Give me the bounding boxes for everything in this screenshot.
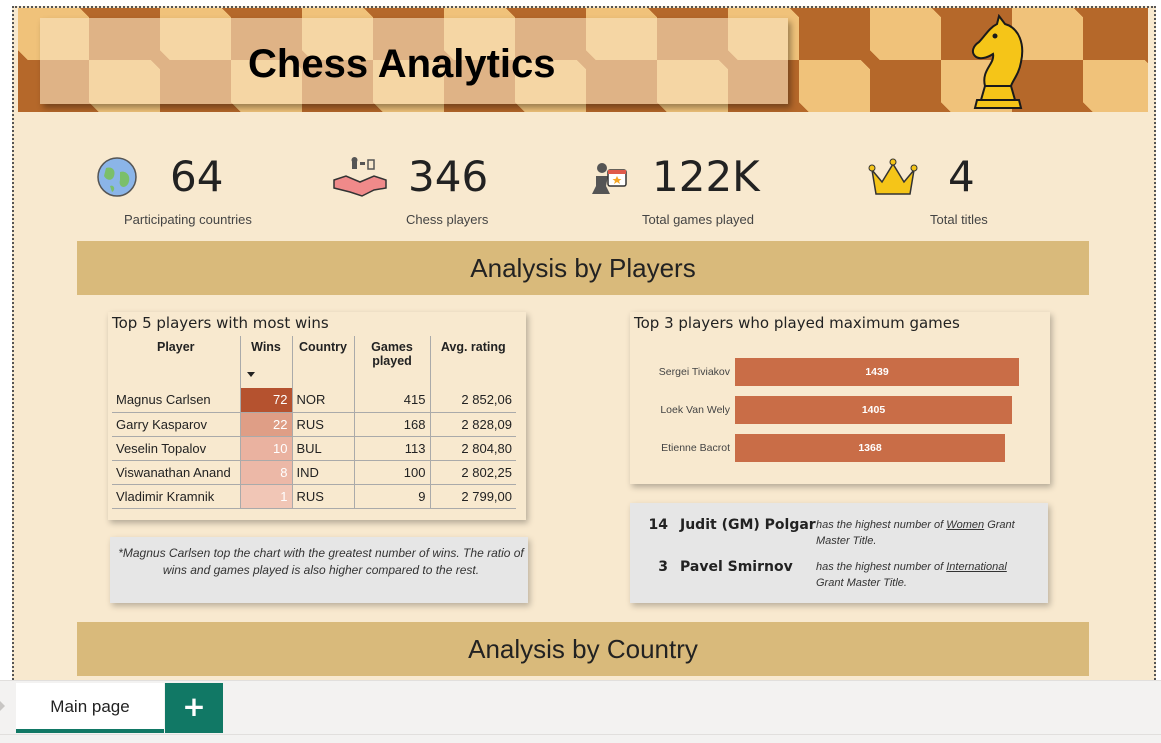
kpi-value: 122K <box>652 152 760 201</box>
cell-player: Magnus Carlsen <box>112 388 241 413</box>
column-header-player[interactable]: Player <box>112 336 241 388</box>
cell-wins: 72 <box>240 388 293 413</box>
table-header-row: Player Wins Country Games played Avg. ra… <box>112 336 516 388</box>
desc-link: International <box>946 561 1007 573</box>
section-title: Analysis by Players <box>470 253 696 283</box>
pawn-calendar-icon <box>592 163 627 194</box>
cell-games: 415 <box>354 388 431 413</box>
bar-row[interactable]: Loek Van Wely 1405 <box>630 396 1050 424</box>
title-row: 3 Pavel Smirnov has the highest number o… <box>636 559 1046 599</box>
section-title: Analysis by Country <box>468 634 698 664</box>
add-page-button[interactable]: + <box>165 683 223 733</box>
card-title: Top 3 players who played maximum games <box>634 314 960 332</box>
kpi-value: 4 <box>948 152 975 201</box>
cell-rating: 2 802,25 <box>430 460 516 485</box>
desc-text: Grant Master Title. <box>816 577 907 589</box>
top-wins-card: Top 5 players with most wins Player Wins… <box>108 312 526 520</box>
page-tab-bar: Main page + <box>0 680 1161 743</box>
cell-rating: 2 799,00 <box>430 484 516 509</box>
kpi-label: Chess players <box>406 212 489 227</box>
title-player-name: Judit (GM) Polgar <box>680 517 816 533</box>
top-games-card: Top 3 players who played maximum games S… <box>630 312 1050 484</box>
cell-country: NOR <box>292 388 355 413</box>
table-row[interactable]: Viswanathan Anand 8 IND 100 2 802,25 <box>112 460 516 485</box>
cell-rating: 2 804,80 <box>430 436 516 461</box>
kpi-countries: 64 Participating countries <box>96 148 296 228</box>
bar-category-label: Etienne Bacrot <box>661 442 730 454</box>
cell-wins: 10 <box>240 436 293 461</box>
cell-player: Viswanathan Anand <box>112 460 241 485</box>
cell-player: Garry Kasparov <box>112 412 241 437</box>
globe-icon <box>97 157 137 197</box>
column-header-rating[interactable]: Avg. rating <box>430 336 516 388</box>
page-title: Chess Analytics <box>248 42 556 86</box>
column-header-games[interactable]: Games played <box>354 336 431 388</box>
kpi-label: Participating countries <box>124 212 252 227</box>
column-header-wins[interactable]: Wins <box>240 336 293 388</box>
bar-category-label: Sergei Tiviakov <box>658 366 730 378</box>
cell-country: BUL <box>292 436 355 461</box>
kpi-label: Total titles <box>930 212 988 227</box>
cell-player: Vladimir Kramnik <box>112 484 241 509</box>
cell-games: 168 <box>354 412 431 437</box>
title-description: has the highest number of Women Grant Ma… <box>816 517 1036 549</box>
cell-games: 9 <box>354 484 431 509</box>
kpi-label: Total games played <box>642 212 755 227</box>
table-row[interactable]: Veselin Topalov 10 BUL 113 2 804,80 <box>112 436 516 461</box>
card-title: Top 5 players with most wins <box>112 314 329 332</box>
kpi-titles: 4 Total titles <box>868 148 1028 228</box>
kpi-value: 346 <box>408 152 489 201</box>
table-row[interactable]: Magnus Carlsen 72 NOR 415 2 852,06 <box>112 388 516 413</box>
cell-games: 113 <box>354 436 431 461</box>
crown-icon <box>868 158 918 195</box>
title-row: 14 Judit (GM) Polgar has the highest num… <box>636 517 1046 557</box>
sort-desc-icon[interactable] <box>246 372 255 377</box>
bar-category-label: Loek Van Wely <box>660 404 730 416</box>
kpi-value: 64 <box>170 152 224 201</box>
title-count: 14 <box>648 517 668 533</box>
desc-text: has the highest number of <box>816 561 947 573</box>
cell-rating: 2 828,09 <box>430 412 516 437</box>
desc-text: has the highest number of <box>816 519 947 531</box>
cell-country: IND <box>292 460 355 485</box>
bar-row[interactable]: Etienne Bacrot 1368 <box>630 434 1050 462</box>
titles-highlight-box: 14 Judit (GM) Polgar has the highest num… <box>630 503 1048 603</box>
insight-note: *Magnus Carlsen top the chart with the g… <box>110 537 528 603</box>
cell-wins: 22 <box>240 412 293 437</box>
section-players-header: Analysis by Players <box>77 241 1089 295</box>
bar[interactable]: 1405 <box>735 396 1012 424</box>
title-description: has the highest number of International … <box>816 559 1036 591</box>
column-header-label: Wins <box>251 340 281 354</box>
tab-main-page[interactable]: Main page <box>16 683 164 733</box>
cell-games: 100 <box>354 460 431 485</box>
cell-country: RUS <box>292 412 355 437</box>
column-header-country[interactable]: Country <box>292 336 355 388</box>
kpi-players: 346 Chess players <box>332 148 532 228</box>
cell-wins: 1 <box>240 484 293 509</box>
header-banner: Chess Analytics <box>18 8 1148 112</box>
bar[interactable]: 1439 <box>735 358 1019 386</box>
cell-country: RUS <box>292 484 355 509</box>
tab-scroll-left-icon[interactable] <box>0 701 5 711</box>
kpi-games: 122K Total games played <box>588 148 808 228</box>
title-count: 3 <box>658 559 668 575</box>
note-text: *Magnus Carlsen top the chart with the g… <box>118 546 524 577</box>
bar[interactable]: 1368 <box>735 434 1005 462</box>
bar-row[interactable]: Sergei Tiviakov 1439 <box>630 358 1050 386</box>
cell-wins: 8 <box>240 460 293 485</box>
report-canvas: Chess Analytics 64 Participating countri… <box>0 0 1161 680</box>
cell-player: Veselin Topalov <box>112 436 241 461</box>
title-player-name: Pavel Smirnov <box>680 559 793 575</box>
handshake-icon <box>333 157 387 197</box>
desc-link: Women <box>946 519 985 531</box>
report-page: Chess Analytics 64 Participating countri… <box>12 6 1156 680</box>
table-row[interactable]: Vladimir Kramnik 1 RUS 9 2 799,00 <box>112 484 516 509</box>
cell-rating: 2 852,06 <box>430 388 516 413</box>
section-country-header: Analysis by Country <box>77 622 1089 676</box>
table-row[interactable]: Garry Kasparov 22 RUS 168 2 828,09 <box>112 412 516 437</box>
top-wins-table: Player Wins Country Games played Avg. ra… <box>112 336 516 509</box>
divider <box>0 734 1161 735</box>
knight-icon <box>971 14 1024 109</box>
